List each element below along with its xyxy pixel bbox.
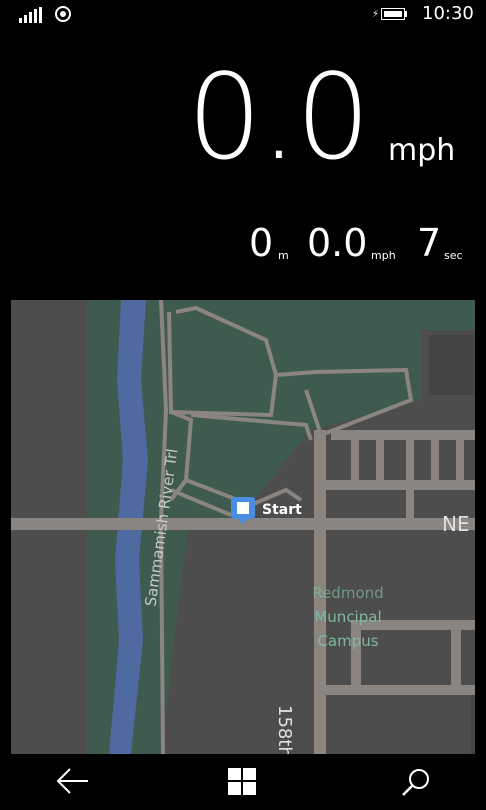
campus-label: Redmond Muncipal Campus bbox=[293, 584, 403, 653]
distance-unit: m bbox=[278, 249, 289, 262]
current-speed: 0.0 bbox=[187, 48, 371, 186]
trip-stats: 0 m 0.0 mph 7 sec bbox=[0, 220, 486, 270]
status-bar: ⚡ 10:30 bbox=[0, 0, 486, 30]
street-label-ne: NE bbox=[442, 512, 470, 536]
signal-strength-icon bbox=[19, 7, 43, 23]
wifi-icon bbox=[55, 6, 71, 22]
time-unit: sec bbox=[444, 249, 463, 262]
map-view[interactable]: Sammamish River Trl Redmond Muncipal Cam… bbox=[11, 300, 475, 754]
current-speed-unit: mph bbox=[388, 133, 456, 168]
time-value: 7 bbox=[417, 221, 442, 265]
windows-start-icon[interactable] bbox=[228, 768, 257, 796]
avg-speed-unit: mph bbox=[371, 249, 396, 262]
search-icon[interactable] bbox=[401, 767, 431, 797]
status-time: 10:30 bbox=[422, 3, 474, 24]
battery-charging-icon: ⚡ bbox=[372, 7, 408, 21]
avg-speed-value: 0.0 bbox=[307, 221, 368, 265]
street-label-158th: 158th bbox=[274, 705, 295, 754]
campus-label-line3: Campus bbox=[317, 632, 379, 650]
distance-value: 0 bbox=[249, 221, 274, 265]
system-nav-bar bbox=[0, 754, 486, 810]
start-marker-label: Start bbox=[262, 502, 302, 518]
back-arrow-icon[interactable] bbox=[56, 767, 90, 795]
campus-label-line1: Redmond bbox=[312, 584, 384, 602]
map-graphics bbox=[11, 300, 475, 754]
start-marker-icon[interactable] bbox=[231, 497, 255, 525]
campus-label-line2: Muncipal bbox=[314, 608, 382, 626]
